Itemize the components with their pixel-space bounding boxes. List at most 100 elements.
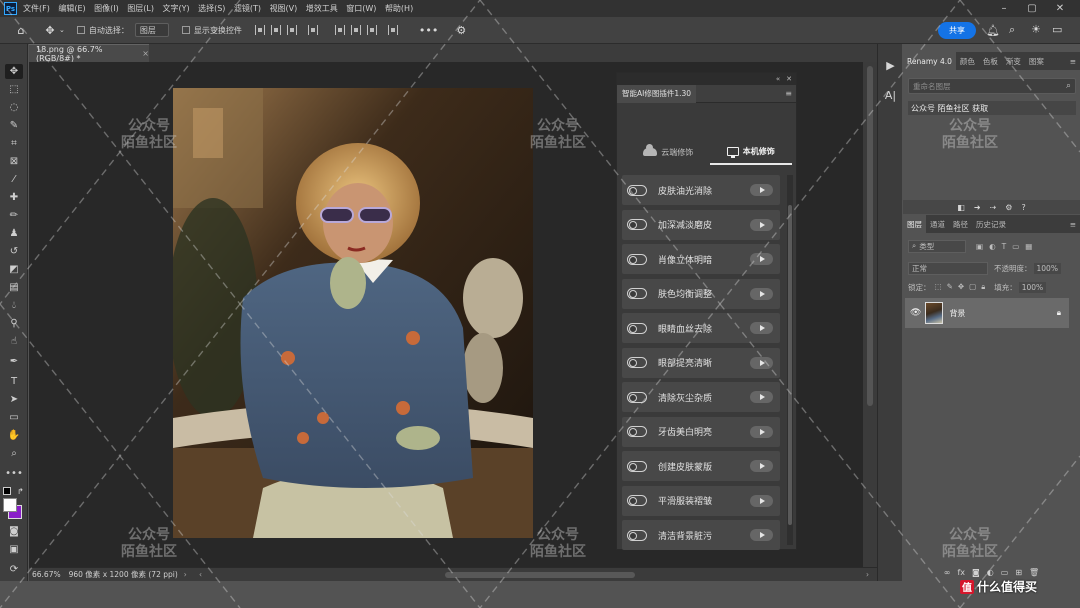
tab-channels[interactable]: 通道 bbox=[926, 219, 949, 230]
move-tool-icon[interactable]: ✥ bbox=[5, 64, 23, 79]
workspace-icon[interactable]: ▭ bbox=[1052, 23, 1062, 36]
play-action-icon[interactable]: ▶ bbox=[881, 56, 900, 75]
home-icon[interactable]: ⌂ bbox=[13, 24, 29, 37]
frame-tool-icon[interactable]: ⊠ bbox=[5, 154, 23, 169]
tab-history[interactable]: 历史记录 bbox=[972, 219, 1010, 230]
smudge-tool-icon[interactable]: ☝ bbox=[5, 334, 23, 349]
play-button[interactable] bbox=[750, 287, 773, 300]
history-brush-icon[interactable]: ↺ bbox=[5, 244, 23, 259]
auto-select-checkbox[interactable]: 自动选择： bbox=[76, 25, 129, 36]
dodge-tool-icon[interactable]: ⚲ bbox=[5, 316, 23, 331]
gear-icon[interactable]: ⚙ bbox=[456, 24, 466, 37]
tab-gradients[interactable]: 渐变 bbox=[1002, 56, 1025, 67]
brush-tool-icon[interactable]: ✏ bbox=[5, 208, 23, 223]
play-button[interactable] bbox=[750, 322, 773, 334]
close-panel-icon[interactable]: ✕ bbox=[786, 75, 792, 83]
edit-toolbar-icon[interactable]: ••• bbox=[5, 466, 23, 481]
type-tool-icon[interactable]: T bbox=[5, 374, 23, 389]
blur-tool-icon[interactable]: 💧︎ bbox=[5, 298, 23, 313]
play-button[interactable] bbox=[750, 391, 773, 403]
align-bottom-icon[interactable] bbox=[366, 25, 377, 35]
tab-swatches[interactable]: 色板 bbox=[979, 56, 1002, 67]
scroll-thumb[interactable] bbox=[867, 66, 873, 406]
settings-icon[interactable]: ⚙ bbox=[1005, 203, 1012, 212]
chevron-down-icon[interactable]: ⌄ bbox=[59, 26, 65, 34]
search-icon[interactable]: ⌕ bbox=[1066, 81, 1071, 91]
menu-view[interactable]: 视图(V) bbox=[270, 3, 298, 14]
panel-menu-icon[interactable]: ≡ bbox=[1070, 220, 1076, 229]
feature-toggle[interactable] bbox=[627, 253, 647, 265]
pen-tool-icon[interactable]: ✒ bbox=[5, 354, 23, 369]
menu-select[interactable]: 选择(S) bbox=[198, 3, 225, 14]
maximize-icon[interactable]: ▢ bbox=[1018, 3, 1046, 14]
chevron-right-icon[interactable]: › bbox=[184, 570, 187, 579]
character-panel-icon[interactable]: A| bbox=[881, 86, 900, 105]
zoom-level[interactable]: 66.67% bbox=[32, 570, 61, 579]
align-center-icon[interactable] bbox=[270, 25, 281, 35]
search-icon[interactable]: ⌕ bbox=[1009, 23, 1015, 37]
play-button[interactable] bbox=[750, 494, 773, 507]
align-right-icon[interactable] bbox=[286, 25, 297, 35]
scroll-left-icon[interactable]: ‹ bbox=[199, 570, 202, 579]
distribute-vertical-icon[interactable] bbox=[387, 25, 398, 35]
menu-plugins[interactable]: 增效工具 bbox=[306, 3, 338, 14]
show-transform-checkbox[interactable]: 显示变换控件 bbox=[181, 25, 242, 36]
vertical-scrollbar[interactable] bbox=[863, 62, 877, 567]
layer-row-background[interactable]: 👁︎ 背景 🔒︎ bbox=[905, 298, 1069, 328]
layer-filter-dropdown[interactable]: ⌕ 类型 bbox=[908, 239, 966, 253]
panel-menu-icon[interactable]: ≡ bbox=[1070, 57, 1076, 66]
stamp-tool-icon[interactable]: ♟ bbox=[5, 226, 23, 241]
panel-menu-icon[interactable]: ≡ bbox=[785, 89, 792, 98]
feature-toggle[interactable] bbox=[627, 357, 647, 368]
adjustment-icon[interactable]: ◐ bbox=[987, 568, 994, 577]
swap-colors-icon[interactable]: ↱ bbox=[17, 487, 24, 496]
scroll-right-icon[interactable]: › bbox=[866, 570, 869, 579]
trash-icon[interactable]: 🗑︎ bbox=[1029, 568, 1039, 577]
align-top-icon[interactable] bbox=[334, 25, 345, 35]
hand-tool-icon[interactable]: ✋ bbox=[5, 428, 23, 443]
bell-icon[interactable]: 🔔︎ bbox=[986, 24, 1000, 37]
marquee-tool-icon[interactable]: ⬚ bbox=[5, 82, 23, 97]
feature-toggle[interactable] bbox=[627, 288, 647, 299]
document-tab[interactable]: 18.png @ 66.7%(RGB/8#) * × bbox=[29, 44, 149, 63]
blend-mode-dropdown[interactable]: 正常 bbox=[908, 261, 988, 275]
default-colors-icon[interactable] bbox=[3, 487, 11, 495]
menu-filter[interactable]: 滤镜(T) bbox=[234, 3, 261, 14]
menu-image[interactable]: 图像(I) bbox=[94, 3, 119, 14]
crop-tool-icon[interactable]: ⌗ bbox=[5, 136, 23, 151]
lasso-tool-icon[interactable]: ◌ bbox=[5, 100, 23, 115]
tab-renamy[interactable]: Renamy 4.0 bbox=[903, 52, 956, 70]
screen-mode-icon[interactable]: ▣ bbox=[5, 542, 23, 557]
feature-toggle[interactable] bbox=[627, 495, 647, 506]
plugin-scrollbar[interactable] bbox=[787, 175, 793, 545]
eraser-tool-icon[interactable]: ◩ bbox=[5, 262, 23, 277]
document-image[interactable] bbox=[173, 88, 533, 538]
distribute-icon[interactable] bbox=[307, 25, 318, 35]
move-tool-icon[interactable]: ✥ bbox=[43, 24, 57, 37]
filter-icons[interactable]: ▣◐T▭▦ bbox=[976, 242, 1038, 251]
play-button[interactable] bbox=[750, 253, 773, 265]
play-button[interactable] bbox=[750, 529, 773, 541]
auto-select-dropdown[interactable]: 图层 bbox=[134, 23, 169, 37]
opacity-value[interactable]: 100% bbox=[1033, 262, 1061, 274]
help-icon[interactable]: ? bbox=[1021, 203, 1025, 212]
menu-layer[interactable]: 图层(L) bbox=[127, 3, 154, 14]
feature-toggle[interactable] bbox=[627, 460, 647, 472]
close-tab-icon[interactable]: × bbox=[142, 49, 149, 58]
feature-toggle[interactable] bbox=[627, 426, 647, 437]
play-button[interactable] bbox=[750, 460, 773, 472]
minimize-icon[interactable]: – bbox=[990, 3, 1018, 14]
close-window-icon[interactable]: ✕ bbox=[1046, 3, 1074, 14]
fx-icon[interactable]: fx bbox=[957, 568, 965, 577]
tab-paths[interactable]: 路径 bbox=[949, 219, 972, 230]
tab-color[interactable]: 颜色 bbox=[956, 56, 979, 67]
play-button[interactable] bbox=[750, 356, 773, 369]
play-button[interactable] bbox=[750, 425, 773, 438]
play-button[interactable] bbox=[750, 184, 773, 196]
mask-icon[interactable]: ◙ bbox=[972, 568, 980, 577]
feature-toggle[interactable] bbox=[627, 529, 647, 541]
feature-toggle[interactable] bbox=[627, 184, 647, 196]
arrow-right-icon[interactable]: ⇢ bbox=[990, 203, 997, 212]
tab-cloud-retouch[interactable]: 云端修饰 bbox=[627, 139, 710, 165]
menu-file[interactable]: 文件(F) bbox=[23, 3, 50, 14]
